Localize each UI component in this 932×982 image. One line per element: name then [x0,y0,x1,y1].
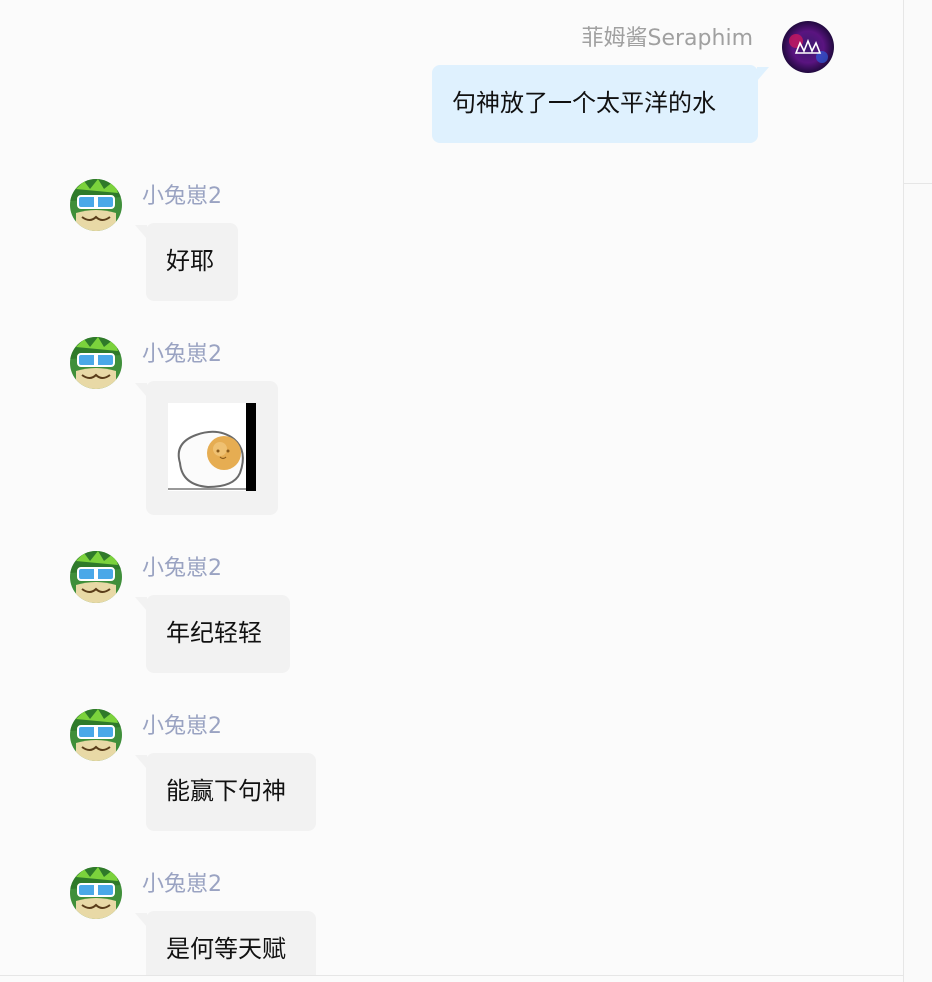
crown-avatar-icon[interactable] [782,21,834,73]
user-avatar-icon[interactable] [70,337,122,389]
chat-message-list[interactable]: 菲姆酱Seraphim 句神放了一个太平洋的水 小兔崽2 好耶 小兔崽2 小兔崽… [0,0,903,982]
message-text: 句神放了一个太平洋的水 [452,89,716,117]
sender-name-self: 菲姆酱Seraphim [581,26,753,51]
message-text: 好耶 [166,247,214,275]
message-bubble-sticker[interactable] [135,381,278,515]
message-text: 是何等天赋 [166,935,286,963]
message-bubble[interactable]: 能赢下句神 [135,753,316,831]
input-area-divider [0,975,903,976]
user-avatar-icon[interactable] [70,179,122,231]
sender-name: 小兔崽2 [142,714,222,739]
side-panel-divider [904,183,932,184]
user-avatar-icon[interactable] [70,867,122,919]
sender-name: 小兔崽2 [142,342,222,367]
user-avatar-icon[interactable] [70,551,122,603]
message-bubble[interactable]: 年纪轻轻 [135,595,290,673]
side-panel [903,0,932,982]
sender-name: 小兔崽2 [142,556,222,581]
sender-name: 小兔崽2 [142,872,222,897]
message-bubble-self[interactable]: 句神放了一个太平洋的水 [432,65,769,143]
user-avatar-icon[interactable] [70,709,122,761]
message-text: 能赢下句神 [166,777,286,805]
message-text: 年纪轻轻 [166,619,262,647]
message-bubble[interactable]: 好耶 [135,223,238,301]
fried-egg-sticker-icon[interactable] [168,403,256,491]
message-bubble[interactable]: 是何等天赋 [135,911,316,975]
sender-name: 小兔崽2 [142,184,222,209]
